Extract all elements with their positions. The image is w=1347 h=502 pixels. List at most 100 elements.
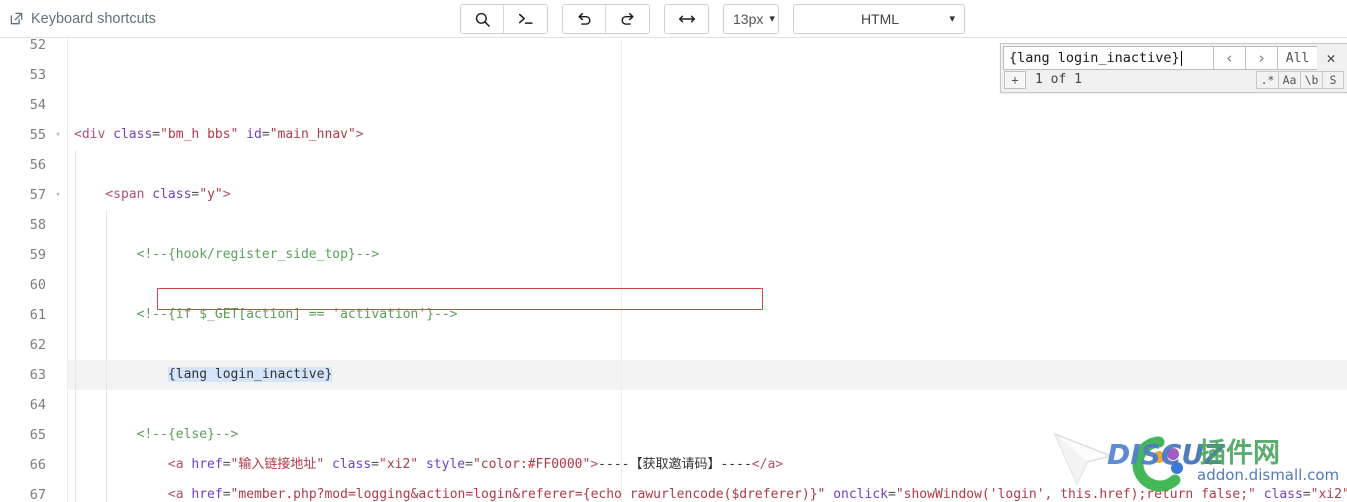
code-line[interactable]: 67 <a href="member.php?mod=logging&actio… xyxy=(0,480,1347,502)
search-selection-toggle[interactable]: S xyxy=(1322,70,1344,89)
code-token: "member.php?mod=logging&action=login&ref… xyxy=(230,487,826,502)
indent-guide xyxy=(106,210,108,240)
code-token: "showWindow('login', this.href);return f… xyxy=(895,487,1256,502)
code-token: <div xyxy=(74,127,114,142)
indent-guide xyxy=(75,390,76,420)
code-token: class xyxy=(152,187,192,202)
code-token: = xyxy=(152,127,161,142)
line-number: 65 xyxy=(29,427,46,443)
search-button[interactable] xyxy=(461,5,504,33)
indent-guide xyxy=(75,240,76,270)
find-prev-button[interactable]: ‹ xyxy=(1213,46,1245,70)
line-number: 59 xyxy=(29,247,46,263)
line-number: 60 xyxy=(29,277,46,293)
keyboard-shortcuts-link[interactable]: Keyboard shortcuts xyxy=(9,11,156,27)
code-line-text: <!--{if $_GET[action] == 'activation'}--… xyxy=(74,300,458,330)
indent-guide xyxy=(106,360,108,390)
code-token: > xyxy=(222,187,231,202)
code-line[interactable]: 63 {lang login_inactive} xyxy=(0,360,1347,390)
code-line[interactable]: 58 xyxy=(0,210,1347,240)
code-line[interactable]: 57 ▾ <span class="y"> xyxy=(0,180,1347,210)
code-content[interactable]: 52 53 54 55 ▾ <div class="bm_h bbs" id="main_… xyxy=(0,38,1347,502)
line-number: 53 xyxy=(29,67,46,83)
line-number: 63 xyxy=(29,367,46,383)
code-token: "color:#FF0000" xyxy=(472,457,591,472)
line-number: 52 xyxy=(29,38,46,53)
code-token: = xyxy=(222,487,231,502)
code-token: = xyxy=(465,457,473,472)
code-token: = xyxy=(222,457,231,472)
code-token: class xyxy=(332,457,372,472)
code-editor-page: Keyboard shortcuts 13px ▾ HTML ▾ 52 53 5… xyxy=(0,0,1347,502)
expand-replace-button[interactable]: + xyxy=(1004,70,1026,89)
code-token: = xyxy=(261,127,270,142)
search-console-group xyxy=(460,4,548,34)
fold-toggle-icon[interactable]: ▾ xyxy=(52,120,64,150)
code-line[interactable]: 61 <!--{if $_GET[action] == 'activation'… xyxy=(0,300,1347,330)
indent-guide xyxy=(106,330,108,360)
code-editor[interactable]: 52 53 54 55 ▾ <div class="bm_h bbs" id="main_… xyxy=(0,38,1347,502)
fold-toggle-icon[interactable]: ▾ xyxy=(52,180,64,210)
find-row-secondary: + 1 of 1 .* Aa \b S xyxy=(1001,70,1347,92)
code-line-text: <!--{hook/register_side_top}--> xyxy=(74,240,380,270)
regex-toggle[interactable]: .* xyxy=(1256,70,1278,89)
code-line[interactable]: 62 xyxy=(0,330,1347,360)
whole-word-toggle[interactable]: \b xyxy=(1300,70,1322,89)
font-size-select[interactable]: 13px ▾ xyxy=(723,4,779,34)
line-number: 67 xyxy=(29,487,46,502)
match-case-toggle[interactable]: Aa xyxy=(1278,70,1300,89)
toggle-wrap-button[interactable] xyxy=(665,5,708,33)
code-line[interactable]: 56 xyxy=(0,150,1347,180)
chevron-down-icon: ▾ xyxy=(949,12,955,25)
code-token: </a> xyxy=(751,457,784,472)
code-token: "bm_h bbs" xyxy=(160,127,239,142)
match-count-label: 1 of 1 xyxy=(1035,72,1082,87)
find-input-value: {lang login_inactive} xyxy=(1009,50,1180,66)
redo-button[interactable] xyxy=(606,5,649,33)
indent-guide xyxy=(75,150,76,180)
editor-toolbar: Keyboard shortcuts 13px ▾ HTML ▾ xyxy=(0,0,1347,38)
language-mode-select[interactable]: HTML ▾ xyxy=(793,4,965,34)
code-line[interactable]: 60 xyxy=(0,270,1347,300)
code-line-text: <!--{else}--> xyxy=(74,420,239,450)
indent-guide xyxy=(75,180,76,210)
code-line[interactable]: 65 <!--{else}--> xyxy=(0,420,1347,450)
indent-guide xyxy=(106,450,108,480)
code-line-text: <a href="输入链接地址" class="xi2" style="colo… xyxy=(74,450,783,480)
toolbar-controls: 13px ▾ HTML ▾ xyxy=(460,4,965,34)
code-line-text: {lang login_inactive} xyxy=(74,360,333,390)
find-all-button[interactable]: All xyxy=(1277,46,1317,70)
code-token: > xyxy=(355,127,364,142)
code-line[interactable]: 64 xyxy=(0,390,1347,420)
indent-guide xyxy=(106,480,108,502)
indent-guide xyxy=(75,330,76,360)
indent-guide xyxy=(106,390,108,420)
redo-icon xyxy=(619,10,637,28)
console-button[interactable] xyxy=(504,5,547,33)
language-mode-value: HTML xyxy=(860,11,900,27)
indent-guide xyxy=(75,480,76,502)
code-token: <!--{hook/register_side_top}--> xyxy=(74,247,380,262)
code-line-text: <span class="y"> xyxy=(74,180,231,210)
code-line[interactable]: 55 ▾ <div class="bm_h bbs" id="main_hnav"> xyxy=(0,120,1347,150)
code-token: <a xyxy=(74,487,192,502)
indent-guide xyxy=(75,360,76,390)
code-token: <a xyxy=(74,457,192,472)
line-number: 57 xyxy=(29,187,46,203)
line-number: 66 xyxy=(29,457,46,473)
indent-guide xyxy=(106,300,108,330)
find-input[interactable]: {lang login_inactive} xyxy=(1003,46,1213,70)
code-line[interactable]: 54 xyxy=(0,90,1347,120)
code-line-text: <a href="member.php?mod=logging&action=l… xyxy=(74,480,1347,502)
undo-button[interactable] xyxy=(563,5,606,33)
close-find-button[interactable]: ✕ xyxy=(1317,46,1345,70)
code-token: "xi2" xyxy=(379,457,419,472)
external-link-icon xyxy=(9,11,24,26)
code-line[interactable]: 59 <!--{hook/register_side_top}--> xyxy=(0,240,1347,270)
code-token: = xyxy=(888,487,896,502)
find-next-button[interactable]: › xyxy=(1245,46,1277,70)
code-line[interactable]: 66 <a href="输入链接地址" class="xi2" style="c… xyxy=(0,450,1347,480)
